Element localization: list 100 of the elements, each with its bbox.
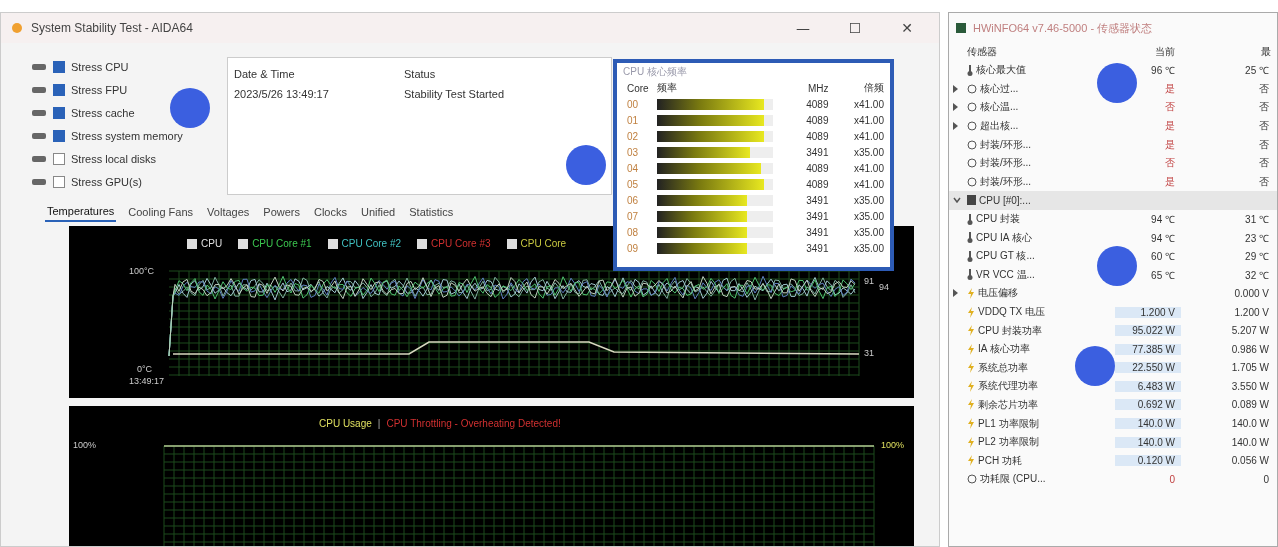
minimum-value: 否 [1258, 81, 1270, 96]
current-value: 否 [1164, 100, 1176, 115]
minimum-value: 32 ℃ [1244, 268, 1270, 282]
bolt-icon [967, 306, 975, 318]
legend-checkbox[interactable] [238, 238, 249, 249]
table-cell-text: x41.00 [852, 114, 884, 126]
option-label: Stress cache [71, 107, 135, 119]
option-label: Stress local disks [71, 153, 156, 165]
tab[interactable]: Voltages [205, 205, 252, 222]
table-cell-text: 3491 [805, 194, 829, 206]
current-value: 65 ℃ [1150, 268, 1176, 282]
expand-arrow-icon[interactable] [953, 84, 958, 93]
expand-arrow-icon[interactable] [953, 122, 958, 131]
tab[interactable]: Temperatures [45, 205, 117, 222]
minimum-value: 25 ℃ [1244, 64, 1270, 78]
current-value: 否 [1164, 156, 1176, 171]
legend-label: CPU Core #1 [252, 238, 312, 249]
expand-arrow-icon[interactable] [953, 103, 958, 112]
sensor-name: 系统代理功率 [978, 379, 1038, 394]
sensor-name: CPU [#0]:... [979, 194, 1031, 206]
sensor-name: CPU 封装功率 [978, 323, 1042, 338]
app-icon [955, 22, 967, 34]
current-value: 95.022 W [1115, 325, 1181, 337]
core-label: 00 [626, 98, 640, 110]
core-label: 08 [626, 226, 640, 238]
table-cell-text: 4089 [805, 130, 829, 142]
table-cell-text: x41.00 [852, 162, 884, 174]
table-cell-text: 4089 [805, 178, 829, 190]
tab[interactable]: Clocks [312, 205, 349, 222]
current-value: 是 [1164, 137, 1176, 152]
checkbox[interactable] [53, 176, 65, 188]
minimum-value: 否 [1258, 119, 1270, 134]
popup-title: CPU 核心频率 [623, 65, 688, 79]
checkbox[interactable] [53, 84, 65, 96]
checkbox[interactable] [53, 153, 65, 165]
column-header: Core [626, 82, 650, 94]
legend-checkbox[interactable] [506, 238, 517, 249]
sensor-name: 核心过... [980, 81, 1019, 96]
sensor-name: 功耗限 (CPU... [980, 472, 1046, 487]
current-value: 是 [1164, 174, 1176, 189]
current-value: 是 [1164, 119, 1176, 134]
device-icon [31, 177, 47, 187]
tab[interactable]: Unified [359, 205, 398, 222]
current-value: 0 [1168, 473, 1176, 485]
bolt-icon [967, 455, 975, 467]
value-label: 91 [864, 276, 874, 286]
sensor-name: IA 核心功率 [978, 342, 1030, 357]
table-cell-text: Stability Test Started [404, 88, 506, 100]
sensor-name: 封装/环形... [980, 174, 1032, 189]
expand-arrow-icon[interactable] [953, 289, 958, 298]
column-header: 倍频 [863, 81, 884, 95]
core-label: 04 [626, 162, 640, 174]
sensor-name: CPU GT 核... [976, 249, 1035, 264]
legend-label: CPU Core [520, 238, 567, 249]
sensor-name: VR VCC 温... [976, 267, 1035, 282]
table-cell-text: 4089 [805, 114, 829, 126]
legend-checkbox[interactable] [417, 238, 428, 249]
table-cell-text: x35.00 [852, 226, 884, 238]
option-label: Stress system memory [71, 130, 183, 142]
value-label: 31 [864, 348, 874, 358]
table-cell-text: x35.00 [852, 194, 884, 206]
sensor-name: 电压偏移 [978, 286, 1018, 301]
legend-checkbox[interactable] [327, 238, 338, 249]
core-label: 09 [626, 242, 640, 254]
minimum-value: 140.0 W [1230, 418, 1270, 430]
checkbox[interactable] [53, 61, 65, 73]
window-control-button[interactable]: ☐ [833, 19, 877, 37]
minimum-value: 否 [1258, 100, 1270, 115]
core-label: 03 [626, 146, 640, 158]
alert-text: CPU Throttling - Overheating Detected! [386, 418, 561, 429]
legend-label: CPU Core #2 [341, 238, 402, 249]
minimum-value: 否 [1258, 137, 1270, 152]
axis-label: 100°C [129, 266, 155, 276]
minimum-value: 0.056 W [1230, 455, 1270, 467]
current-value: 140.0 W [1115, 418, 1181, 430]
bolt-icon [967, 436, 975, 448]
sensor-name: CPU IA 核心 [976, 230, 1032, 245]
table-cell-text: x35.00 [852, 146, 884, 158]
core-label: 02 [626, 130, 640, 142]
column-header: 当前 [1154, 45, 1176, 59]
minimum-value: 1.705 W [1230, 362, 1270, 374]
tab[interactable]: Powers [261, 205, 302, 222]
current-value: 94 ℃ [1150, 213, 1176, 227]
legend-checkbox[interactable] [187, 238, 197, 249]
window-title: System Stability Test - AIDA64 [31, 21, 194, 35]
device-icon [31, 62, 47, 72]
minimum-value: 3.550 W [1230, 380, 1270, 392]
sensor-name: 封装/环形... [980, 156, 1032, 171]
checkbox[interactable] [53, 107, 65, 119]
window-control-button[interactable]: — [781, 19, 825, 37]
table-cell-text: x35.00 [852, 242, 884, 254]
value-label: 94 [879, 282, 889, 292]
window-control-button[interactable]: ✕ [885, 19, 929, 37]
checkbox[interactable] [53, 130, 65, 142]
sensor-name: VDDQ TX 电压 [978, 305, 1046, 319]
tab[interactable]: Cooling Fans [126, 205, 196, 222]
core-label: 05 [626, 178, 640, 190]
tab[interactable]: Statistics [407, 205, 456, 222]
chevron-icon[interactable] [953, 197, 961, 204]
axis-label: 100% [881, 440, 905, 450]
